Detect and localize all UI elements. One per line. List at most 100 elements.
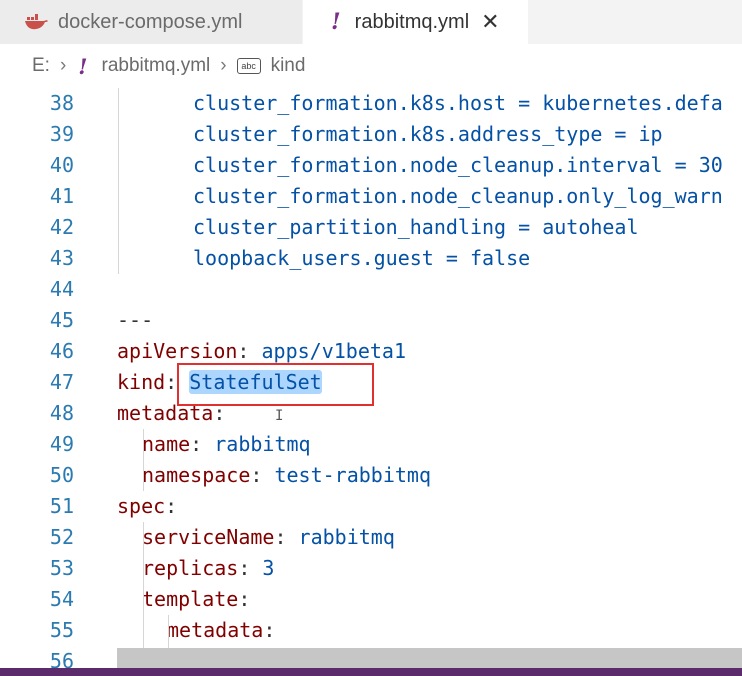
line-number: 47 xyxy=(49,370,74,394)
code-line[interactable]: 49 name: rabbitmq xyxy=(0,429,742,460)
line-number: 40 xyxy=(49,153,74,177)
yaml-key: replicas xyxy=(142,556,239,580)
code-text: cluster_formation.node_cleanup.only_log_… xyxy=(193,181,723,212)
yaml-key: template xyxy=(142,587,239,611)
yaml-colon: : xyxy=(238,587,251,611)
code-text: serviceName: rabbitmq xyxy=(142,522,395,553)
yaml-value: apps/v1beta1 xyxy=(261,339,407,363)
yaml-key: name xyxy=(142,432,191,456)
indent-guide xyxy=(118,88,119,274)
chevron-right-icon: › xyxy=(59,55,67,76)
code-string: cluster_formation.k8s.host = kubernetes.… xyxy=(193,91,723,115)
indent-guide xyxy=(143,429,144,491)
tab-rabbitmq[interactable]: ! rabbitmq.yml ✕ xyxy=(303,0,528,44)
yaml-colon: : xyxy=(238,556,263,580)
code-text: template: xyxy=(142,584,250,615)
code-string: cluster_formation.k8s.address_type = ip xyxy=(193,122,663,146)
code-line[interactable]: 41 cluster_formation.node_cleanup.only_lo… xyxy=(0,181,742,212)
line-number: 56 xyxy=(49,649,74,668)
line-number: 43 xyxy=(49,246,74,270)
line-number: 52 xyxy=(49,525,74,549)
breadcrumb: E: › ! rabbitmq.yml › abc kind xyxy=(0,44,742,88)
tab-label: rabbitmq.yml xyxy=(354,10,470,33)
yaml-value: 3 xyxy=(262,556,275,580)
highlight-box xyxy=(177,363,374,406)
code-line[interactable]: 55 metadata: xyxy=(0,615,742,646)
string-symbol-icon: abc xyxy=(236,58,261,74)
code-line[interactable]: 51 spec: xyxy=(0,491,742,522)
yaml-key: kind xyxy=(117,370,166,394)
code-line[interactable]: 38 cluster_formation.k8s.host = kubernete… xyxy=(0,88,742,119)
breadcrumb-drive[interactable]: E: xyxy=(32,55,50,77)
line-number: 55 xyxy=(49,618,74,642)
code-line[interactable]: 45 --- xyxy=(0,305,742,336)
line-number: 39 xyxy=(49,122,74,146)
yaml-key: serviceName xyxy=(142,525,275,549)
code-line[interactable]: 39 cluster_formation.k8s.address_type = i… xyxy=(0,119,742,150)
tab-label: docker-compose.yml xyxy=(58,10,243,33)
yaml-colon: : xyxy=(165,494,178,518)
code-text: cluster_formation.node_cleanup.interval … xyxy=(193,150,723,181)
code-line[interactable]: 42 cluster_partition_handling = autoheal xyxy=(0,212,742,243)
text-cursor-icon: I xyxy=(275,408,284,424)
line-number: 41 xyxy=(49,184,74,208)
yaml-exclamation-icon: ! xyxy=(331,9,341,35)
code-text: namespace: test-rabbitmq xyxy=(142,460,431,491)
code-text: spec: xyxy=(117,491,177,522)
line-number: 54 xyxy=(49,587,74,611)
yaml-colon: : xyxy=(263,618,276,642)
code-editor[interactable]: 38 cluster_formation.k8s.host = kubernete… xyxy=(0,88,742,668)
line-number: 44 xyxy=(49,277,74,301)
code-text: replicas: 3 xyxy=(142,553,274,584)
code-text: --- xyxy=(117,305,153,336)
chevron-right-icon: › xyxy=(220,55,227,76)
scroll-shadow xyxy=(117,648,742,668)
line-number: 49 xyxy=(49,432,74,456)
tab-docker-compose[interactable]: docker-compose.yml xyxy=(0,0,302,44)
code-text: metadata: xyxy=(167,615,275,646)
code-string: cluster_partition_handling = autoheal xyxy=(193,215,639,239)
yaml-key: metadata xyxy=(167,618,264,642)
code-line[interactable]: 43 loopback_users.guest = false xyxy=(0,243,742,274)
code-line[interactable]: 44 xyxy=(0,274,742,305)
yaml-colon: : xyxy=(274,525,299,549)
close-icon[interactable]: ✕ xyxy=(481,9,499,35)
code-text: cluster_formation.k8s.host = kubernetes.… xyxy=(193,88,723,119)
code-string: cluster_formation.node_cleanup.only_log_… xyxy=(193,184,723,208)
code-line[interactable]: 53 replicas: 3 xyxy=(0,553,742,584)
code-string: loopback_users.guest = false xyxy=(193,246,531,270)
line-number: 48 xyxy=(49,401,74,425)
code-string: --- xyxy=(117,308,154,332)
line-number: 51 xyxy=(49,494,74,518)
line-number: 42 xyxy=(49,215,74,239)
line-number: 38 xyxy=(49,91,74,115)
yaml-key: spec xyxy=(117,494,166,518)
tab-bar-empty xyxy=(528,0,742,44)
code-line[interactable]: 50 namespace: test-rabbitmq xyxy=(0,460,742,491)
line-number: 46 xyxy=(49,339,74,363)
code-line[interactable]: 54 template: xyxy=(0,584,742,615)
line-number: 53 xyxy=(49,556,74,580)
yaml-exclamation-icon: ! xyxy=(78,53,88,79)
code-line[interactable]: 40 cluster_formation.node_cleanup.interva… xyxy=(0,150,742,181)
yaml-key: apiVersion xyxy=(117,339,238,363)
line-number: 50 xyxy=(49,463,74,487)
yaml-colon: : xyxy=(237,339,262,363)
yaml-colon: : xyxy=(190,432,215,456)
yaml-colon: : xyxy=(250,463,275,487)
code-line[interactable]: 52 serviceName: rabbitmq xyxy=(0,522,742,553)
yaml-value: test-rabbitmq xyxy=(274,463,432,487)
breadcrumb-file[interactable]: rabbitmq.yml xyxy=(102,55,211,77)
tab-bar: docker-compose.yml ! rabbitmq.yml ✕ xyxy=(0,0,742,44)
indent-guide xyxy=(143,522,144,668)
yaml-value: rabbitmq xyxy=(214,432,311,456)
line-number: 45 xyxy=(49,308,74,332)
yaml-value: rabbitmq xyxy=(298,525,395,549)
yaml-key: namespace xyxy=(142,463,251,487)
code-string: cluster_formation.node_cleanup.interval … xyxy=(193,153,723,177)
code-text: loopback_users.guest = false xyxy=(193,243,530,274)
code-text: cluster_partition_handling = autoheal xyxy=(193,212,639,243)
breadcrumb-symbol[interactable]: kind xyxy=(271,55,306,77)
docker-whale-icon xyxy=(25,14,48,30)
code-text: name: rabbitmq xyxy=(142,429,311,460)
